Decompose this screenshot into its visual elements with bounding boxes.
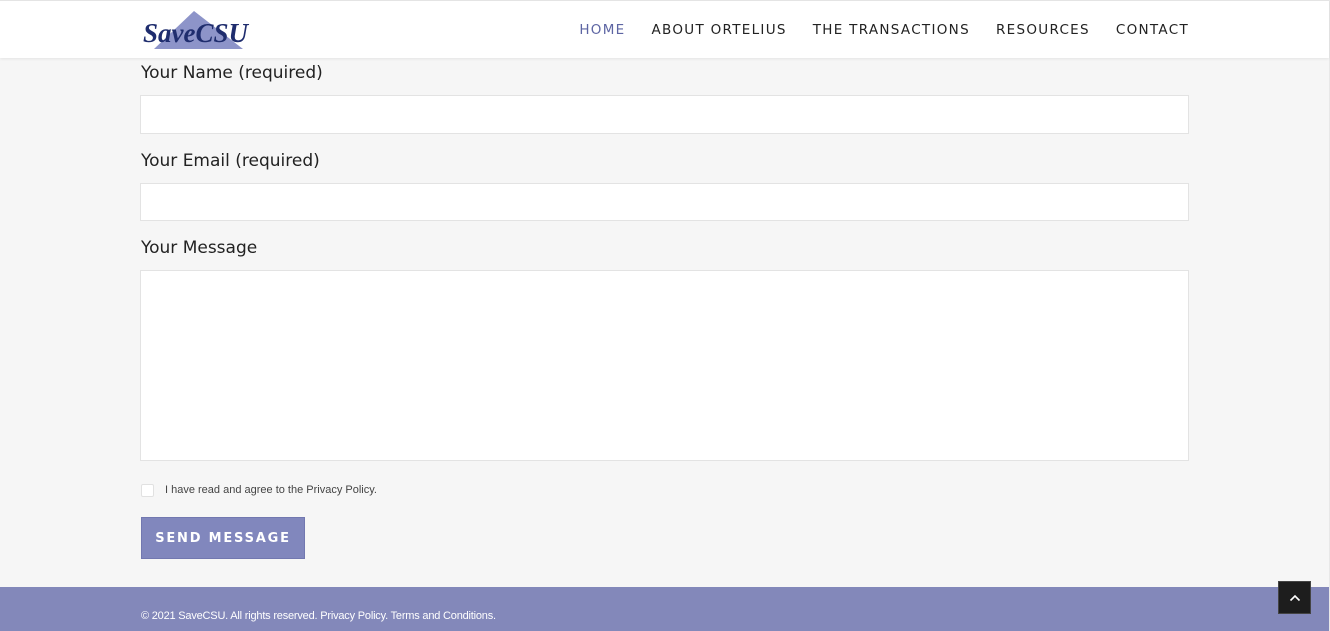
email-label: Your Email (required) — [141, 151, 320, 171]
name-field[interactable] — [140, 95, 1189, 134]
privacy-consent: I have read and agree to the Privacy Pol… — [141, 483, 377, 497]
message-textarea[interactable] — [140, 270, 1189, 461]
chevron-up-icon — [1289, 594, 1300, 601]
footer-text: © 2021 SaveCSU. All rights reserved. Pri… — [141, 610, 496, 622]
name-label: Your Name (required) — [141, 63, 323, 83]
nav-item-about-ortelius[interactable]: ABOUT ORTELIUS — [651, 21, 786, 39]
main-nav: HOME ABOUT ORTELIUS THE TRANSACTIONS RES… — [579, 21, 1189, 39]
nav-item-home[interactable]: HOME — [579, 21, 625, 39]
nav-item-the-transactions[interactable]: THE TRANSACTIONS — [813, 21, 970, 39]
nav-item-resources[interactable]: RESOURCES — [996, 21, 1090, 39]
email-field[interactable] — [140, 183, 1189, 221]
site-header: SaveCSU HOME ABOUT ORTELIUS THE TRANSACT… — [0, 0, 1329, 58]
privacy-consent-label: I have read and agree to the Privacy Pol… — [165, 484, 377, 496]
send-message-button[interactable]: SEND MESSAGE — [141, 517, 305, 559]
message-label: Your Message — [141, 238, 258, 258]
privacy-consent-checkbox[interactable] — [141, 483, 154, 497]
privacy-policy-link[interactable]: Privacy Policy. — [320, 610, 388, 622]
nav-item-contact[interactable]: CONTACT — [1116, 21, 1189, 39]
logo-text: SaveCSU — [143, 18, 249, 48]
site-footer: © 2021 SaveCSU. All rights reserved. Pri… — [0, 587, 1329, 631]
site-logo[interactable]: SaveCSU — [142, 10, 249, 52]
terms-link[interactable]: Terms and Conditions. — [391, 610, 496, 622]
copyright-text: © 2021 SaveCSU. All rights reserved. — [141, 610, 318, 622]
scroll-to-top-button[interactable] — [1278, 581, 1311, 614]
